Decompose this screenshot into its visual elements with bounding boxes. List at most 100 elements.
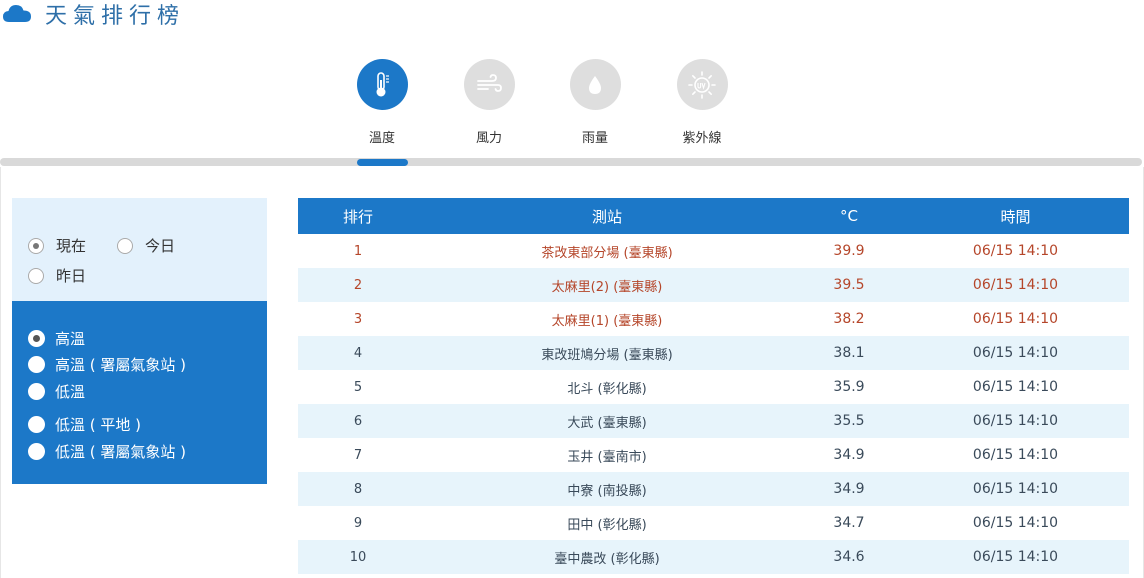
type-filter-panel: 高溫 高溫 ( 署屬氣象站 ) 低溫 低溫 ( 平地 ) 低溫 ( 署屬氣象站 …	[12, 301, 267, 484]
radio-label: 昨日	[56, 267, 87, 285]
wind-icon	[477, 73, 502, 92]
cell-time: 06/15 14:10	[972, 345, 1059, 361]
cell-station: 臺中農改 (彰化縣)	[554, 551, 660, 567]
cell-station: 中寮 (南投縣)	[567, 483, 647, 499]
radio-dot[interactable]	[28, 443, 45, 460]
cell-temp: 38.1	[833, 345, 865, 361]
cell-rank: 1	[353, 243, 363, 259]
table-row: 2 太麻里(2) (臺東縣) 39.5 06/15 14:10	[298, 268, 1129, 302]
radio-dot[interactable]	[28, 416, 45, 433]
page: 天氣排行榜 溫度 風力 雨量 紫外線 現在 今日 昨日 高溫 高溫 (署屬氣象…	[0, 0, 1144, 578]
cell-rank: 7	[353, 447, 363, 463]
table-row: 6 大武 (臺東縣) 35.5 06/15 14:10	[298, 404, 1129, 438]
radio-label: 現在	[56, 237, 87, 255]
cell-station: 東改班鳩分場 (臺東縣)	[541, 347, 673, 363]
cell-temp: 35.5	[833, 413, 865, 429]
tab-uv[interactable]: 紫外線	[662, 59, 742, 146]
cell-rank: 2	[353, 277, 363, 293]
radio-dot[interactable]	[117, 237, 133, 254]
radio-high-temp[interactable]: 高溫	[28, 328, 85, 349]
cell-station: 田中 (彰化縣)	[567, 517, 647, 533]
time-filter-panel: 現在 今日 昨日	[12, 198, 267, 301]
cell-temp: 34.9	[833, 481, 865, 497]
radio-label: 低溫	[55, 383, 86, 401]
cloud-icon	[3, 5, 31, 22]
tab-label: 紫外線	[682, 131, 722, 146]
table-row: 7 玉井 (臺南市) 34.9 06/15 14:10	[298, 438, 1129, 472]
cell-rank: 8	[353, 481, 363, 497]
tab-rainfall[interactable]: 雨量	[555, 59, 635, 146]
cell-rank: 9	[353, 515, 363, 531]
cell-station: 北斗 (彰化縣)	[567, 381, 647, 397]
table-header: 排行 測站 °C 時間	[298, 198, 1129, 234]
tab-indicator-track	[0, 158, 1142, 166]
cell-temp: 34.7	[833, 515, 865, 531]
tab-uv-circle[interactable]	[676, 59, 728, 110]
cell-station: 茶改東部分場 (臺東縣)	[541, 245, 673, 261]
cell-temp: 39.9	[833, 243, 865, 259]
cell-time: 06/15 14:10	[972, 379, 1059, 395]
radio-now[interactable]: 現在	[28, 235, 86, 256]
table-row: 4 東改班鳩分場 (臺東縣) 38.1 06/15 14:10	[298, 336, 1129, 370]
cell-temp: 35.9	[833, 379, 865, 395]
cell-station: 玉井 (臺南市)	[567, 449, 647, 465]
cell-time: 06/15 14:10	[972, 515, 1059, 531]
cell-rank: 3	[353, 311, 363, 327]
tab-wind[interactable]: 風力	[449, 59, 529, 146]
cell-station: 太麻里(2) (臺東縣)	[551, 279, 663, 295]
tab-label: 風力	[475, 131, 502, 146]
cell-time: 06/15 14:10	[972, 413, 1059, 429]
tab-label: 溫度	[368, 131, 395, 146]
radio-label: 高溫 ( 署屬氣象站 )	[55, 356, 187, 374]
cell-temp: 34.9	[833, 447, 865, 463]
table-row: 10 臺中農改 (彰化縣) 34.6 06/15 14:10	[298, 540, 1129, 574]
tab-rainfall-circle[interactable]	[569, 59, 621, 110]
cell-temp: 34.6	[833, 549, 865, 565]
radio-today[interactable]: 今日	[117, 235, 175, 256]
table-row: 5 北斗 (彰化縣) 35.9 06/15 14:10	[298, 370, 1129, 404]
cell-time: 06/15 14:10	[972, 277, 1059, 293]
radio-dot[interactable]	[28, 383, 45, 400]
cell-station: 太麻里(1) (臺東縣)	[551, 313, 663, 329]
header-temp: °C	[840, 207, 858, 225]
cell-time: 06/15 14:10	[972, 447, 1059, 463]
radio-low-temp-official[interactable]: 低溫 ( 署屬氣象站 )	[28, 441, 186, 462]
thermometer-icon	[376, 71, 389, 96]
header-rank: 排行	[342, 207, 373, 226]
cell-time: 06/15 14:10	[972, 243, 1059, 259]
table-row: 3 太麻里(1) (臺東縣) 38.2 06/15 14:10	[298, 302, 1129, 336]
cell-temp: 39.5	[833, 277, 865, 293]
radio-low-temp[interactable]: 低溫	[28, 381, 85, 402]
radio-label: 今日	[145, 237, 176, 255]
cell-rank: 5	[353, 379, 363, 395]
cell-time: 06/15 14:10	[972, 549, 1059, 565]
radio-dot[interactable]	[28, 356, 45, 373]
ranking-table: 排行 測站 °C 時間 1 茶改東部分場 (臺東縣) 39.9 06/15 14…	[298, 198, 1129, 574]
tab-indicator-active	[357, 159, 408, 166]
radio-label: 低溫 ( 平地 )	[55, 416, 142, 434]
cell-station: 大武 (臺東縣)	[567, 415, 647, 431]
tab-temperature-circle[interactable]	[356, 59, 408, 110]
category-tabs: 溫度 風力 雨量 紫外線	[0, 59, 1144, 159]
tab-wind-circle[interactable]	[463, 59, 515, 110]
cell-rank: 10	[349, 549, 367, 565]
radio-high-temp-official[interactable]: 高溫 ( 署屬氣象站 )	[28, 354, 186, 375]
radio-label: 高溫	[55, 330, 86, 348]
page-title: 天氣排行榜	[45, 4, 186, 29]
radio-dot[interactable]	[28, 330, 45, 347]
tab-temperature[interactable]: 溫度	[342, 59, 422, 146]
radio-dot[interactable]	[28, 237, 44, 254]
radio-low-temp-plain[interactable]: 低溫 ( 平地 )	[28, 414, 141, 435]
radio-label: 低溫 ( 署屬氣象站 )	[55, 443, 187, 461]
cell-rank: 6	[353, 413, 363, 429]
table-row: 8 中寮 (南投縣) 34.9 06/15 14:10	[298, 472, 1129, 506]
cell-temp: 38.2	[833, 311, 865, 327]
raindrop-icon	[589, 75, 601, 94]
uv-sun-icon	[688, 70, 716, 99]
header-time: 時間	[1000, 207, 1031, 226]
radio-yesterday[interactable]: 昨日	[28, 265, 86, 286]
cell-time: 06/15 14:10	[972, 311, 1059, 327]
table-row: 9 田中 (彰化縣) 34.7 06/15 14:10	[298, 506, 1129, 540]
radio-dot[interactable]	[28, 267, 44, 284]
tab-label: 雨量	[581, 131, 608, 146]
